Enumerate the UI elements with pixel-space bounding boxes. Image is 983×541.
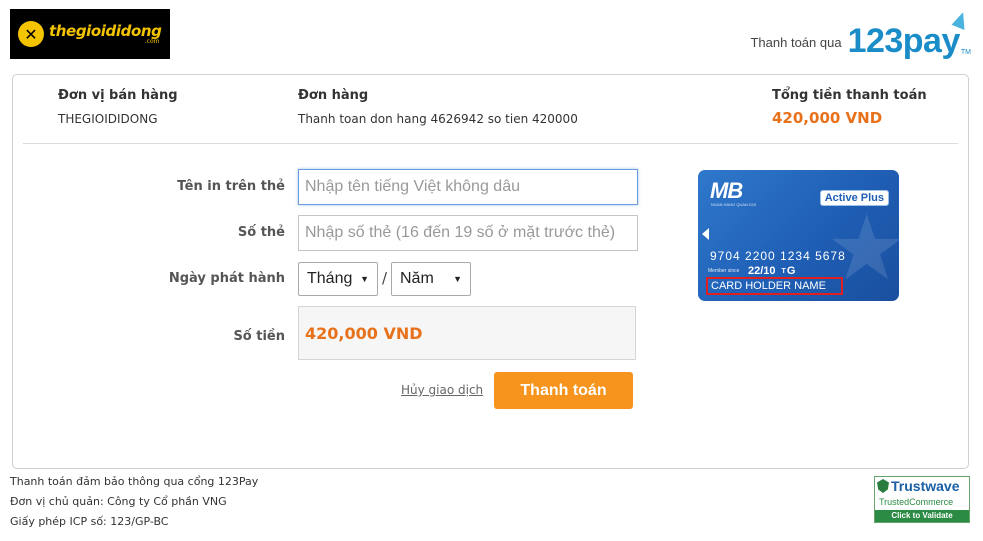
order-value: Thanh toan don hang 4626942 so tien 4200… xyxy=(298,112,578,126)
issue-year-select[interactable]: Năm ▼ xyxy=(391,262,471,296)
brand-text: 123pay xyxy=(847,22,961,60)
card-grade: G xyxy=(786,265,796,277)
issue-month-value: Tháng xyxy=(307,270,353,287)
trust-name: Trustwave xyxy=(891,478,960,494)
amount-display: 420,000 VND xyxy=(298,306,636,360)
triangle-left-icon xyxy=(702,228,709,240)
chevron-down-icon: ▼ xyxy=(453,274,462,284)
logo-main-text: thegioididong xyxy=(49,21,162,40)
trustwave-badge[interactable]: Trustwave TrustedCommerce Click to Valid… xyxy=(874,476,970,523)
logo-text: thegioididong .com xyxy=(49,21,162,45)
merchant-value: THEGIOIDIDONG xyxy=(58,112,158,126)
footer-line-1: Thanh toán đảm bảo thông qua cổng 123Pay xyxy=(10,475,259,488)
card-number-sample: 9704 2200 1234 5678 xyxy=(710,249,846,263)
issue-month-select[interactable]: Tháng ▼ xyxy=(298,262,378,296)
card-sample-image: ★ MB NGAN HANG QUAN DOI Active Plus 9704… xyxy=(698,170,899,301)
trust-sub: TrustedCommerce xyxy=(879,497,954,507)
total-info: Tổng tiền thanh toán 420,000 VND xyxy=(772,88,927,127)
merchant-info: Đơn vị bán hàng THEGIOIDIDONG xyxy=(58,88,178,126)
thegioididong-logo: ✕ thegioididong .com xyxy=(10,9,170,59)
card-date: 22/10 TG xyxy=(748,265,796,277)
logo-mark-icon: ✕ xyxy=(18,21,44,47)
card-member-since: Member since xyxy=(708,268,740,274)
pay-button[interactable]: Thanh toán xyxy=(494,372,633,409)
trust-head: Trustwave xyxy=(877,479,959,493)
date-separator: / xyxy=(382,269,388,287)
validate-link[interactable]: Click to Validate xyxy=(875,510,969,522)
footer-line-2: Đơn vị chủ quản: Công ty Cổ phần VNG xyxy=(10,495,227,508)
cancel-transaction-link[interactable]: Hủy giao dịch xyxy=(401,383,483,397)
total-label: Tổng tiền thanh toán xyxy=(772,88,927,103)
brand-tm: TM xyxy=(960,49,971,56)
card-date-value: 22/10 xyxy=(748,265,776,277)
card-number-label: Số thẻ xyxy=(237,225,285,240)
payment-panel: Đơn vị bán hàng THEGIOIDIDONG Đơn hàng T… xyxy=(12,74,969,469)
order-info: Đơn hàng Thanh toan don hang 4626942 so … xyxy=(298,88,578,126)
card-holder-highlight: CARD HOLDER NAME xyxy=(706,277,843,295)
merchant-label: Đơn vị bán hàng xyxy=(58,88,178,103)
card-bank-logo: MB xyxy=(710,178,743,203)
123pay-logo: 123pay TM xyxy=(847,9,971,60)
total-value: 420,000 VND xyxy=(772,109,883,127)
card-name-label: Tên in trên thẻ xyxy=(177,179,285,194)
logo-sub-text: .com xyxy=(144,37,160,45)
chevron-down-icon: ▼ xyxy=(360,274,369,284)
card-brand: Active Plus xyxy=(819,190,889,206)
shield-icon xyxy=(877,479,889,493)
card-name-input[interactable] xyxy=(298,169,638,205)
pay-via-label: Thanh toán qua xyxy=(750,34,842,50)
issue-year-value: Năm xyxy=(400,270,434,287)
payment-gateway-brand: Thanh toán qua 123pay TM xyxy=(750,9,971,60)
divider xyxy=(23,143,958,144)
card-bank-sub: NGAN HANG QUAN DOI xyxy=(711,202,757,207)
order-label: Đơn hàng xyxy=(298,88,369,103)
footer-line-3: Giấy phép ICP số: 123/GP-BC xyxy=(10,515,169,528)
issue-date-label: Ngày phát hành xyxy=(168,271,285,286)
card-number-input[interactable] xyxy=(298,215,638,251)
amount-label: Số tiền xyxy=(233,329,285,344)
